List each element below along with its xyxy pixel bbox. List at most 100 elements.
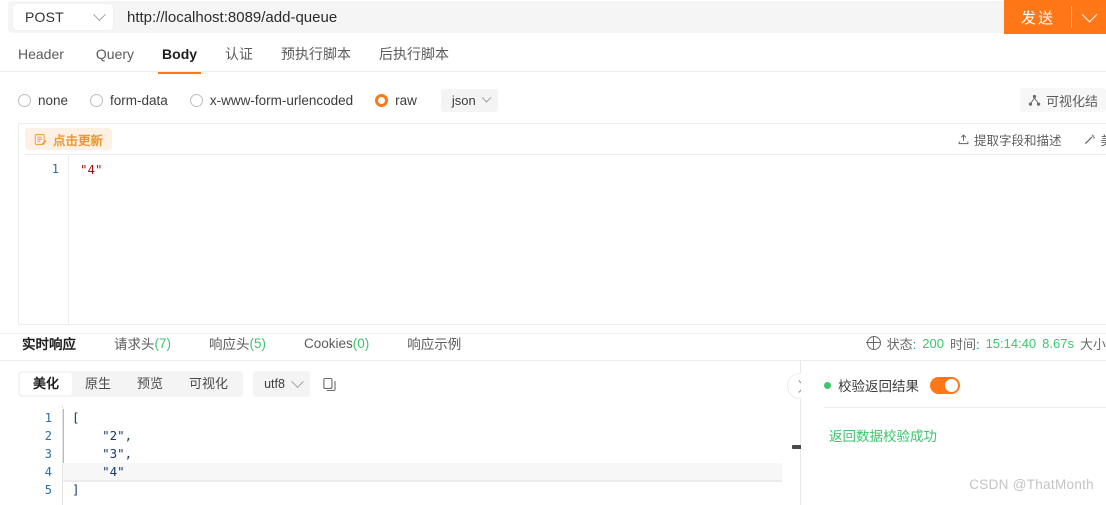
status-dot-icon [824,381,831,389]
status-label: 状态: [886,336,917,352]
tab-body[interactable]: Body [148,40,211,74]
view-mode-visualize[interactable]: 可视化 [176,373,241,395]
raw-format-label: json [451,92,476,108]
response-code-editor[interactable]: 1 2 3 4 5 [ "2", "3", "4" ] [18,405,782,505]
extract-fields-label: 提取字段和描述 [973,133,1062,148]
view-mode-raw[interactable]: 原生 [72,373,124,395]
update-button-label: 点击更新 [53,133,104,148]
update-button[interactable]: 点击更新 [25,128,113,150]
code-line: "4" [63,463,782,481]
response-body-pane: 美化 原生 预览 可视化 utf8 1 2 3 4 5 ["2", "3", … [0,361,800,505]
code-line: ] [72,482,80,497]
request-editor-gutter: 1 [25,155,69,324]
status-code: 200 [922,335,944,351]
extract-fields-button[interactable]: 提取字段和描述 [957,130,1062,149]
response-editor-gutter: 1 2 3 4 5 [18,405,62,505]
radio-raw[interactable]: raw [375,93,417,108]
validation-toggle[interactable] [930,376,960,394]
tab-response-example[interactable]: 响应示例 [407,333,461,353]
tab-realtime-response-label: 实时响应 [22,337,76,352]
tab-response-headers-label: 响应头 [209,337,250,352]
tab-cookies-count: (0) [352,335,370,351]
tab-response-example-label: 响应示例 [407,337,462,352]
code-line: "4" [80,162,103,177]
response-status-bar: 状态: 200 时间: 15:14:40 8.67s 大小 [866,332,1106,354]
http-method-select[interactable]: POST [13,4,113,30]
visualize-result-button[interactable]: 可视化结 [1019,88,1106,112]
duration-value: 8.67s [1042,335,1074,351]
radio-none[interactable]: none [18,93,68,108]
url-input-wrapper: POST http://localhost:8089/add-queue [8,1,1008,33]
validation-divider [824,407,1106,408]
request-body-panel: 点击更新 提取字段和描述 1 "4" [18,123,1106,325]
radio-x-www-form-urlencoded[interactable]: x-www-form-urlencoded [189,92,354,108]
api-client-window: POST http://localhost:8089/add-queue 发送 … [0,0,1106,505]
request-editor-code[interactable]: "4" [69,155,1106,324]
time-value: 15:14:40 [985,335,1037,351]
line-number: 5 [44,483,52,497]
tab-header[interactable]: Header [18,40,82,68]
tab-post-script[interactable]: 后执行脚本 [365,40,463,68]
chevron-down-icon [291,374,304,388]
tab-pre-script[interactable]: 预执行脚本 [267,40,365,68]
request-tabs: Header Query Body 认证 预执行脚本 后执行脚本 [0,40,1106,74]
send-options-dropdown[interactable] [1072,0,1106,34]
tab-query[interactable]: Query [82,40,148,68]
copy-icon [323,377,336,391]
tab-request-headers-count: (7) [154,335,172,351]
magic-wand-icon [1083,133,1096,146]
radio-form-data-dot [90,93,104,107]
validation-message: 返回数据校验成功 [829,429,937,444]
radio-raw-dot [375,93,389,107]
size-label: 大小 [1079,336,1106,352]
radio-form-data[interactable]: form-data [90,93,168,108]
globe-icon [866,335,881,350]
http-method-label: POST [25,9,64,25]
time-label: 时间: [949,336,980,352]
response-editor-code[interactable]: [ "2", "3", "4" ] [62,405,782,505]
beautify-label: 美 [1100,130,1106,149]
tab-realtime-response[interactable]: 实时响应 [20,333,78,364]
view-mode-preview[interactable]: 预览 [124,373,176,395]
response-toolbar: 美化 原生 预览 可视化 utf8 [18,371,337,397]
radio-urlencoded-label: x-www-form-urlencoded [209,92,354,108]
tab-cookies[interactable]: Cookies (0) [304,336,369,351]
request-code-editor[interactable]: 1 "4" [25,154,1106,324]
line-number: 3 [44,447,52,461]
radio-raw-label: raw [395,92,417,108]
edit-document-icon [34,133,47,146]
body-type-row: none form-data x-www-form-urlencoded raw… [0,82,1106,118]
upload-icon [957,133,970,146]
encoding-select[interactable]: utf8 [253,371,310,397]
validation-header: 校验返回结果 [824,375,960,395]
code-fold-indicator [63,409,64,463]
tab-response-headers-count: (5) [249,335,267,351]
share-nodes-icon [1028,94,1041,107]
copy-button[interactable] [322,377,337,392]
visualize-result-label: 可视化结 [1045,93,1098,109]
raw-format-select[interactable]: json [440,88,498,112]
chevron-down-icon [93,7,106,21]
request-editor-actions: 提取字段和描述 美 [957,124,1106,154]
request-tabs-divider [0,71,1106,72]
line-number: 4 [44,465,52,479]
send-button[interactable]: 发送 [1004,0,1072,34]
url-input[interactable]: http://localhost:8089/add-queue [127,9,1008,26]
request-editor-toolbar: 点击更新 提取字段和描述 [19,124,1106,154]
radio-urlencoded-dot [189,93,203,107]
watermark: CSDN @ThatMonth [969,477,1094,492]
tab-auth[interactable]: 认证 [211,40,267,68]
encoding-label: utf8 [264,377,285,391]
validation-title: 校验返回结果 [838,379,919,394]
tab-request-headers[interactable]: 请求头 (7) [114,333,171,353]
line-number: 1 [44,411,52,425]
code-line: "2", [72,428,133,443]
code-line: [ [72,410,80,425]
url-bar: POST http://localhost:8089/add-queue 发送 [0,0,1106,34]
code-line: "3", [72,446,133,461]
view-mode-beautify[interactable]: 美化 [20,373,73,395]
beautify-button[interactable]: 美 [1083,130,1106,149]
radio-none-dot [18,93,31,107]
tab-response-headers[interactable]: 响应头 (5) [209,333,266,353]
chevron-down-icon [481,92,492,103]
